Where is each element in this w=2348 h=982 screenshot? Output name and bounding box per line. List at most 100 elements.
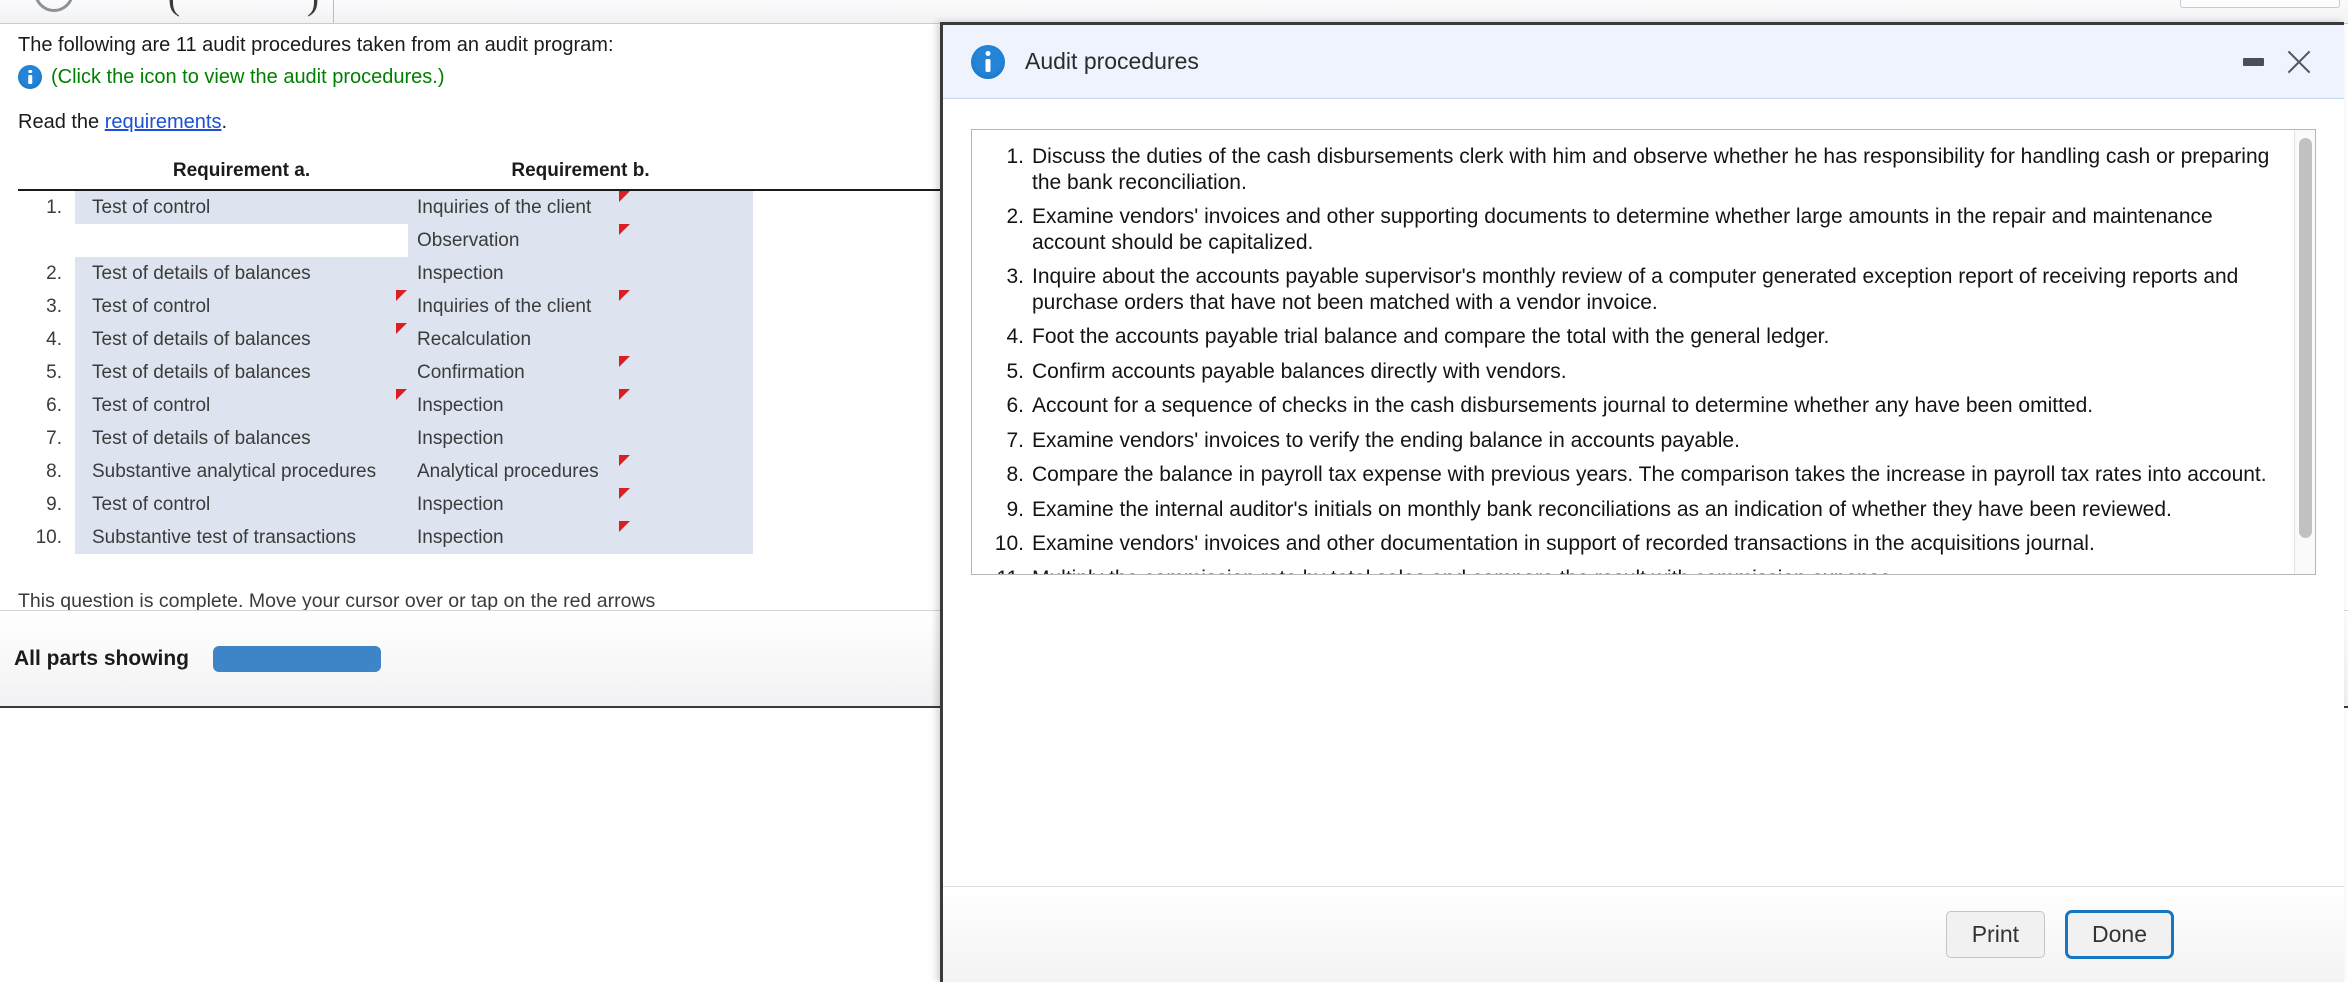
red-arrow-marker[interactable] bbox=[396, 323, 407, 334]
icon-hint-text[interactable]: (Click the icon to view the audit proced… bbox=[51, 66, 445, 89]
cell-requirement-a[interactable]: Substantive analytical procedures bbox=[75, 455, 408, 488]
col-header-requirement-a: Requirement a. bbox=[172, 160, 311, 181]
dialog-footer: Print Done bbox=[943, 886, 2344, 982]
progress-bar bbox=[213, 645, 382, 672]
red-arrow-marker[interactable] bbox=[619, 521, 630, 532]
answer-table-body: 1. Test of control Inquiries of the client… bbox=[18, 191, 948, 554]
cell-requirement-a[interactable]: Test of control bbox=[75, 290, 408, 323]
cell-requirement-b[interactable]: Inspection bbox=[408, 521, 753, 554]
print-button[interactable]: Print bbox=[1945, 911, 2046, 958]
cell-requirement-a[interactable]: Test of details of balances bbox=[75, 323, 408, 356]
cell-requirement-a[interactable]: Test of details of balances bbox=[75, 422, 408, 455]
red-arrow-marker[interactable] bbox=[619, 356, 630, 367]
procedure-item: Examine vendors' invoices and other supp… bbox=[986, 204, 2213, 254]
cell-requirement-b[interactable]: Inspection bbox=[408, 389, 753, 422]
cell-requirement-b[interactable]: Observation bbox=[408, 224, 753, 257]
table-row: 10. Substantive test of transactions Inspe… bbox=[18, 521, 948, 554]
procedure-item: Examine vendors' invoices and other docu… bbox=[986, 531, 2095, 556]
cell-requirement-b[interactable]: Inquiries of the client bbox=[408, 290, 753, 323]
cell-requirement-b[interactable]: Inquiries of the client bbox=[408, 191, 753, 224]
info-icon[interactable] bbox=[18, 65, 42, 89]
cell-requirement-b[interactable]: Confirmation bbox=[408, 356, 753, 389]
table-row: 7. Test of details of balances Inspection bbox=[18, 422, 948, 455]
cell-requirement-b[interactable]: Recalculation bbox=[408, 323, 753, 356]
cell-requirement-b[interactable]: Analytical procedures bbox=[408, 455, 753, 488]
audit-procedures-dialog: Audit procedures Discuss the duties of t… bbox=[940, 22, 2344, 982]
table-row: 4. Test of details of balances Recalculati… bbox=[18, 323, 948, 356]
procedure-item: Confirm accounts payable balances direct… bbox=[986, 359, 1567, 384]
cell-requirement-a[interactable]: Test of control bbox=[75, 488, 408, 521]
info-icon bbox=[971, 44, 1005, 79]
red-arrow-marker[interactable] bbox=[619, 389, 630, 400]
table-row: 9. Test of control Inspection bbox=[18, 488, 948, 521]
close-button[interactable] bbox=[2276, 39, 2322, 85]
requirements-link[interactable]: requirements bbox=[105, 111, 222, 133]
answer-table: Requirement a. Requirement b. 1. Test of … bbox=[18, 160, 948, 554]
cell-requirement-a[interactable]: Test of details of balances bbox=[75, 257, 408, 290]
question-body: The following are 11 audit procedures ta… bbox=[18, 30, 978, 613]
table-row: 3. Test of control Inquiries of the client bbox=[18, 290, 948, 323]
dialog-title: Audit procedures bbox=[1025, 48, 1199, 74]
row-number: 6. bbox=[46, 394, 62, 416]
scrollbar-thumb[interactable] bbox=[2299, 138, 2312, 538]
paren-close-glyph: ) bbox=[307, 0, 319, 18]
procedures-scroll-area: Discuss the duties of the cash disbursem… bbox=[972, 130, 2294, 574]
row-number: 5. bbox=[46, 361, 62, 383]
table-row: 8. Substantive analytical procedures Analy… bbox=[18, 455, 948, 488]
procedures-list: Discuss the duties of the cash disbursem… bbox=[986, 144, 2272, 574]
row-number: 3. bbox=[46, 295, 62, 317]
vertical-scrollbar[interactable] bbox=[2294, 130, 2315, 574]
cell-requirement-b[interactable]: Inspection bbox=[408, 257, 753, 290]
row-number: 4. bbox=[46, 328, 62, 350]
cell-requirement-a[interactable]: Test of control bbox=[75, 389, 408, 422]
read-suffix: . bbox=[221, 111, 228, 133]
row-number: 1. bbox=[46, 196, 62, 218]
red-arrow-marker[interactable] bbox=[619, 290, 630, 301]
procedure-item: Inquire about the accounts payable super… bbox=[986, 264, 2239, 314]
answer-table-header: Requirement a. Requirement b. bbox=[18, 160, 948, 189]
circle-icon bbox=[34, 0, 74, 12]
procedure-item: Compare the balance in payroll tax expen… bbox=[986, 462, 2267, 487]
red-arrow-marker[interactable] bbox=[396, 290, 407, 301]
dialog-header: Audit procedures bbox=[943, 25, 2344, 99]
table-row: Observation bbox=[18, 224, 948, 257]
red-arrow-marker[interactable] bbox=[619, 224, 630, 235]
read-prefix: Read the bbox=[18, 111, 105, 133]
toolbar-divider bbox=[333, 0, 334, 23]
red-arrow-marker[interactable] bbox=[619, 455, 630, 466]
red-arrow-marker[interactable] bbox=[619, 191, 630, 202]
red-arrow-marker[interactable] bbox=[396, 389, 407, 400]
all-parts-showing-label: All parts showing bbox=[14, 646, 190, 670]
question-intro: The following are 11 audit procedures ta… bbox=[18, 34, 614, 56]
done-button[interactable]: Done bbox=[2065, 910, 2174, 959]
row-number: 9. bbox=[46, 493, 62, 515]
cell-requirement-a[interactable] bbox=[75, 224, 408, 257]
procedure-item: Examine vendors' invoices to verify the … bbox=[986, 428, 1740, 453]
top-toolbar: ( ) bbox=[0, 0, 2348, 24]
minimize-icon bbox=[2242, 57, 2264, 66]
toolbar-right-field[interactable] bbox=[2180, 0, 2340, 8]
procedure-item: Examine the internal auditor's initials … bbox=[986, 497, 2172, 522]
row-number: 2. bbox=[46, 262, 62, 284]
table-row: 1. Test of control Inquiries of the client bbox=[18, 191, 948, 224]
col-header-number bbox=[18, 160, 75, 182]
close-icon bbox=[2284, 47, 2314, 77]
read-requirements-line: Read the requirements. bbox=[18, 111, 978, 134]
table-row: 5. Test of details of balances Confirmatio… bbox=[18, 356, 948, 389]
red-arrow-marker[interactable] bbox=[619, 488, 630, 499]
row-number: 10. bbox=[35, 526, 62, 548]
row-number: 7. bbox=[46, 427, 62, 449]
table-row: 2. Test of details of balances Inspection bbox=[18, 257, 948, 290]
icon-hint-row[interactable]: (Click the icon to view the audit proced… bbox=[18, 65, 978, 89]
cell-requirement-a[interactable]: Test of control bbox=[75, 191, 408, 224]
cell-requirement-b[interactable]: Inspection bbox=[408, 488, 753, 521]
screen-root: ( ) The following are 11 audit procedure… bbox=[0, 0, 2348, 982]
minimize-button[interactable] bbox=[2230, 39, 2276, 85]
cell-requirement-b[interactable]: Inspection bbox=[408, 422, 753, 455]
cell-requirement-a[interactable]: Substantive test of transactions bbox=[75, 521, 408, 554]
table-row: 6. Test of control Inspection bbox=[18, 389, 948, 422]
cell-requirement-a[interactable]: Test of details of balances bbox=[75, 356, 408, 389]
paren-open-glyph: ( bbox=[168, 0, 180, 18]
col-header-requirement-b: Requirement b. bbox=[511, 160, 650, 181]
procedure-item: Discuss the duties of the cash disbursem… bbox=[986, 144, 2270, 194]
